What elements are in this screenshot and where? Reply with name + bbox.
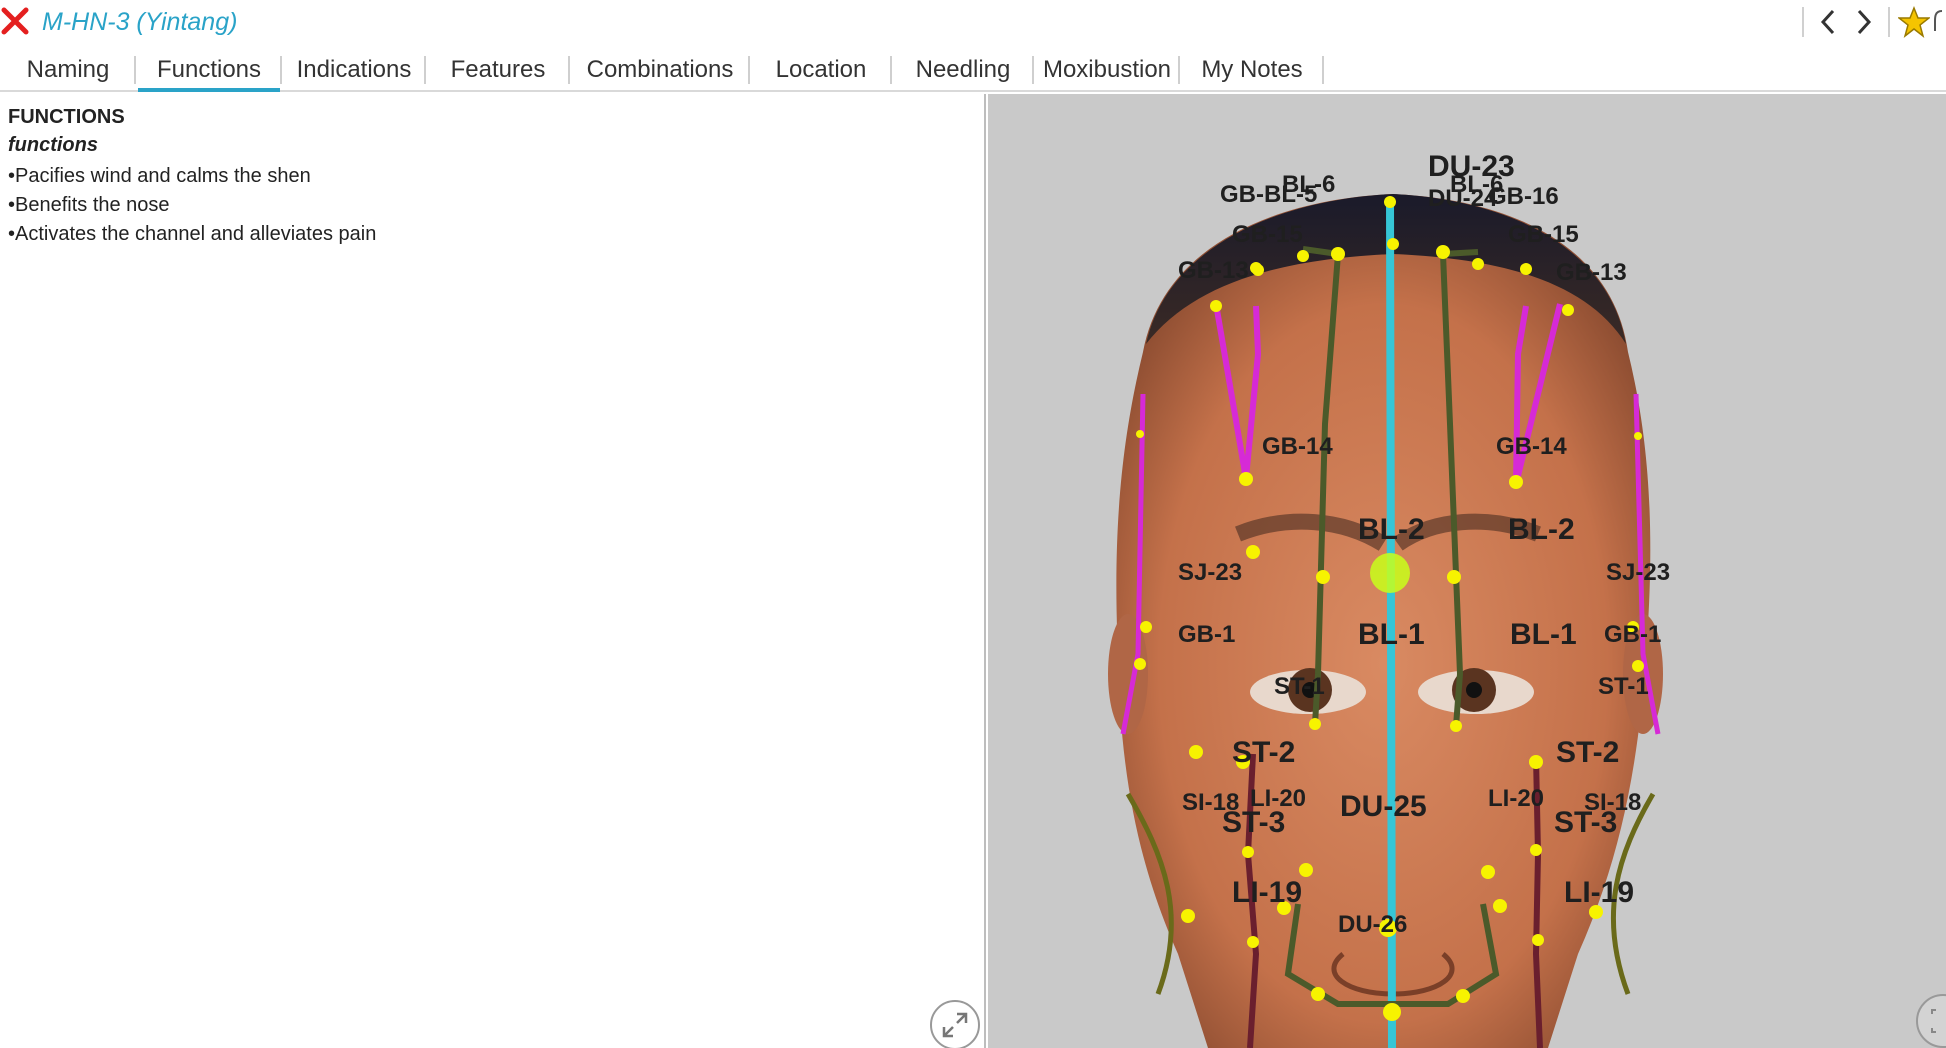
tab-indications[interactable]: Indications xyxy=(282,50,426,90)
page-title: M-HN-3 (Yintang) xyxy=(42,8,238,36)
tab-combinations[interactable]: Combinations xyxy=(570,50,750,90)
tab-bar: Naming Functions Indications Features Co… xyxy=(0,50,1946,92)
point-label: LI-20 xyxy=(1250,785,1306,812)
tab-label: Indications xyxy=(296,56,412,83)
toolbar-divider xyxy=(1888,7,1890,37)
point-label: GB-15 xyxy=(1508,221,1579,248)
point-label: DU-26 xyxy=(1338,911,1407,938)
expand-arrows-icon xyxy=(942,1012,968,1038)
section-heading: FUNCTIONS xyxy=(8,106,125,128)
tab-functions[interactable]: Functions xyxy=(136,50,282,92)
expand-panel-button[interactable] xyxy=(930,1000,980,1048)
tab-my-notes[interactable]: My Notes xyxy=(1180,50,1324,90)
tab-label: Moxibustion xyxy=(1042,56,1172,83)
highlight-point-yintang xyxy=(1370,553,1410,593)
expand-arrows-icon xyxy=(1931,1009,1936,1033)
point-label: BL-2 xyxy=(1358,513,1425,546)
point-label: ST-1 xyxy=(1274,673,1325,700)
point-label: LI-19 xyxy=(1232,876,1302,909)
point-label: GB-13 xyxy=(1178,257,1249,284)
point-label: GB-13 xyxy=(1556,259,1627,286)
point-label: BL-1 xyxy=(1358,618,1425,651)
point-label: GB-BL-5 xyxy=(1220,181,1317,208)
tab-needling[interactable]: Needling xyxy=(892,50,1034,90)
title-bar: M-HN-3 (Yintang) xyxy=(0,0,1946,44)
point-label: LI-19 xyxy=(1564,876,1634,909)
point-label: SJ-23 xyxy=(1606,559,1670,586)
right-pupil xyxy=(1466,682,1482,698)
point-label: GB-1 xyxy=(1178,621,1235,648)
point-label: GB-16 xyxy=(1488,183,1559,210)
tab-features[interactable]: Features xyxy=(426,50,570,90)
point-label: BL-2 xyxy=(1508,513,1575,546)
point-label: SI-18 xyxy=(1584,789,1641,816)
tab-naming[interactable]: Naming xyxy=(0,50,136,90)
functions-list: •Pacifies wind and calms the shen •Benef… xyxy=(8,162,376,249)
point-label: GB-14 xyxy=(1262,433,1333,460)
toolbar-divider xyxy=(1802,7,1804,37)
tab-label: Needling xyxy=(915,56,1011,83)
nav-tools xyxy=(1796,4,1946,40)
3d-head-viewer[interactable]: DU-23 DU-24 BL-6 BL-6 GB-BL-5 GB-16 GB-1… xyxy=(988,94,1946,1048)
list-item: •Pacifies wind and calms the shen xyxy=(8,165,311,187)
point-label: SI-18 xyxy=(1182,789,1239,816)
point-label: GB-14 xyxy=(1496,433,1567,460)
list-item: •Activates the channel and alleviates pa… xyxy=(8,223,377,245)
point-label: SJ-23 xyxy=(1178,559,1242,586)
tab-label: Naming xyxy=(26,56,110,83)
point-label: ST-2 xyxy=(1232,736,1295,769)
tab-label: My Notes xyxy=(1201,56,1303,83)
tab-label: Combinations xyxy=(586,56,734,83)
tab-label: Features xyxy=(450,56,546,83)
tab-location[interactable]: Location xyxy=(750,50,892,90)
chevron-left-icon[interactable] xyxy=(1810,4,1846,40)
point-label: GB-1 xyxy=(1604,621,1661,648)
point-label: BL-1 xyxy=(1510,618,1577,651)
point-label: LI-20 xyxy=(1488,785,1544,812)
functions-panel: FUNCTIONS functions •Pacifies wind and c… xyxy=(0,94,986,1048)
list-item: •Benefits the nose xyxy=(8,194,170,216)
attachment-icon[interactable] xyxy=(1932,4,1946,40)
point-label: ST-1 xyxy=(1598,673,1649,700)
head-model: DU-23 DU-24 BL-6 BL-6 GB-BL-5 GB-16 GB-1… xyxy=(1108,150,1670,1048)
viewer-expand-button[interactable] xyxy=(1916,994,1946,1048)
section-subheading: functions xyxy=(8,134,98,156)
star-icon[interactable] xyxy=(1896,4,1932,40)
tab-moxibustion[interactable]: Moxibustion xyxy=(1034,50,1180,90)
point-label: GB-15 xyxy=(1232,221,1303,248)
point-label: DU-25 xyxy=(1340,790,1427,823)
chevron-right-icon[interactable] xyxy=(1846,4,1882,40)
tab-label: Functions xyxy=(156,56,262,83)
tab-label: Location xyxy=(775,56,867,83)
close-icon[interactable] xyxy=(0,6,30,36)
point-label: ST-2 xyxy=(1556,736,1619,769)
